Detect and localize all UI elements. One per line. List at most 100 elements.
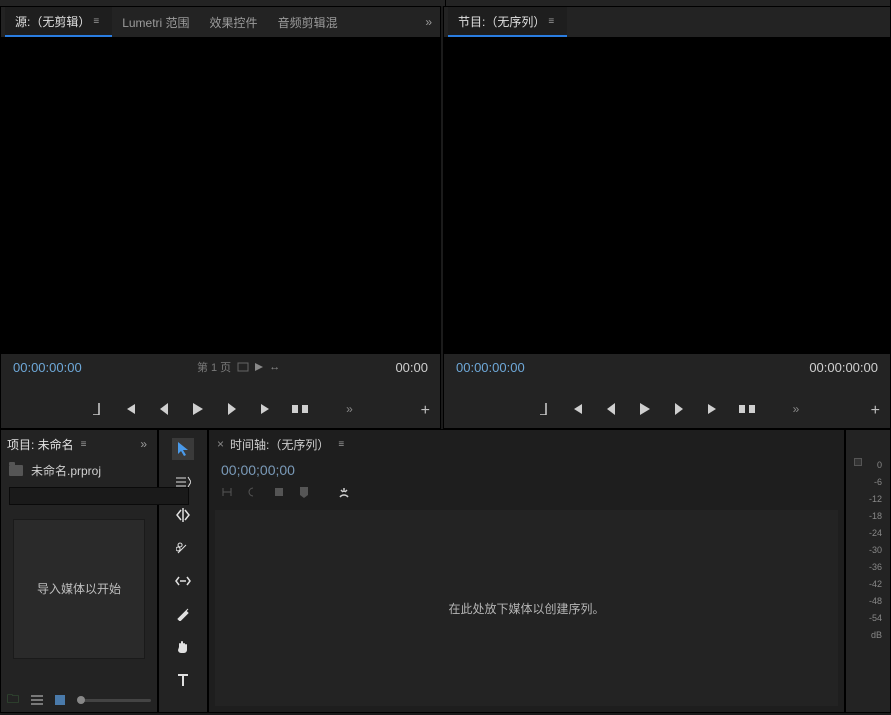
meter-value: 0 — [877, 460, 882, 470]
fit-icon[interactable] — [237, 362, 249, 372]
import-dropzone[interactable]: 导入媒体以开始 — [13, 519, 145, 659]
go-to-in-icon[interactable] — [122, 401, 138, 417]
overflow-transport-icon[interactable]: » — [793, 402, 800, 416]
tab-label: 项目: 未命名 — [7, 436, 74, 453]
slip-tool-icon[interactable] — [172, 570, 194, 592]
project-footer: 🗀 — [1, 688, 157, 712]
step-back-icon[interactable] — [156, 401, 172, 417]
lock-icon[interactable]: 🗀 — [7, 690, 19, 711]
source-timecode-left[interactable]: 00:00:00:00 — [13, 360, 82, 375]
type-tool-icon[interactable] — [172, 669, 194, 691]
step-forward-icon[interactable] — [224, 401, 240, 417]
import-prompt: 导入媒体以开始 — [37, 580, 121, 598]
razor-tool-icon[interactable] — [172, 537, 194, 559]
source-timecode-right[interactable]: 00:00 — [395, 360, 428, 375]
project-panel: 项目: 未命名 ≡ » 未命名.prproj ⌕ 导入媒体以开始 🗀 — [0, 429, 158, 713]
marker-icon[interactable] — [273, 486, 285, 500]
program-time-bar: 00:00:00:00 00:00:00:00 — [444, 354, 890, 380]
tab-menu-icon[interactable]: ≡ — [545, 16, 557, 27]
meter-value: -6 — [874, 477, 882, 487]
program-timecode-right[interactable]: 00:00:00:00 — [809, 360, 878, 375]
tab-lumetri[interactable]: Lumetri 范围 — [112, 7, 199, 37]
meter-track-icon — [854, 458, 862, 466]
meter-value: -54 — [869, 613, 882, 623]
program-transport: » + — [444, 390, 890, 428]
go-to-in-icon[interactable] — [569, 401, 585, 417]
search-input[interactable] — [9, 487, 189, 505]
step-forward-icon[interactable] — [671, 401, 687, 417]
mark-in-icon[interactable] — [88, 401, 104, 417]
play-icon[interactable] — [190, 401, 206, 417]
meter-scale: 0 -6 -12 -18 -24 -30 -36 -42 -48 -54 dB — [850, 460, 886, 640]
tab-menu-icon[interactable]: ≡ — [78, 439, 90, 450]
tab-program[interactable]: 节目:（无序列）≡ — [448, 7, 567, 37]
meter-value: -36 — [869, 562, 882, 572]
go-to-out-icon[interactable] — [705, 401, 721, 417]
timeline-timecode[interactable]: 00;00;00;00 — [221, 462, 832, 478]
add-button-icon[interactable]: + — [421, 402, 430, 420]
snap-icon[interactable] — [221, 486, 233, 500]
ripple-edit-tool-icon[interactable] — [172, 504, 194, 526]
range-icon[interactable]: ↔ — [269, 361, 280, 373]
source-monitor-panel: 源:（无剪辑）≡ Lumetri 范围 效果控件 音频剪辑混 » 00:00:0… — [0, 6, 441, 429]
tab-overflow-icon[interactable]: » — [136, 437, 151, 451]
timeline-panel: × 时间轴:（无序列） ≡ 00;00;00;00 在此处放下媒体以创建序列。 — [208, 429, 845, 713]
project-search-row: ⌕ — [1, 483, 157, 509]
tools-panel — [158, 429, 208, 713]
tab-overflow-icon[interactable]: » — [421, 15, 436, 29]
tab-audio-clip[interactable]: 音频剪辑混 — [268, 7, 348, 37]
play-small-icon[interactable] — [255, 363, 263, 371]
list-view-icon[interactable] — [31, 695, 43, 705]
program-viewer[interactable] — [444, 37, 890, 354]
step-back-icon[interactable] — [603, 401, 619, 417]
program-tab-bar: 节目:（无序列）≡ — [444, 7, 890, 37]
hand-tool-icon[interactable] — [172, 636, 194, 658]
tab-label: Lumetri 范围 — [122, 14, 189, 31]
timeline-drop-prompt: 在此处放下媒体以创建序列。 — [448, 600, 604, 617]
play-icon[interactable] — [637, 401, 653, 417]
project-file-row: 未命名.prproj — [1, 458, 157, 483]
tab-label: 音频剪辑混 — [278, 14, 338, 31]
program-scrub-bar[interactable] — [444, 380, 890, 390]
pen-tool-icon[interactable] — [172, 603, 194, 625]
meter-value: -12 — [869, 494, 882, 504]
timeline-tab-bar: × 时间轴:（无序列） ≡ — [209, 430, 844, 458]
tab-menu-icon[interactable]: ≡ — [90, 16, 102, 27]
meter-value: -42 — [869, 579, 882, 589]
close-tab-icon[interactable]: × — [217, 437, 224, 451]
meter-value: -18 — [869, 511, 882, 521]
program-timecode-left[interactable]: 00:00:00:00 — [456, 360, 525, 375]
mark-in-icon[interactable] — [535, 401, 551, 417]
tab-effects[interactable]: 效果控件 — [200, 7, 268, 37]
selection-tool-icon[interactable] — [172, 438, 194, 460]
tab-label: 源:（无剪辑） — [15, 13, 90, 30]
meter-value: -48 — [869, 596, 882, 606]
insert-icon[interactable] — [292, 401, 308, 417]
add-button-icon[interactable]: + — [871, 402, 880, 420]
project-filename: 未命名.prproj — [31, 462, 101, 479]
meter-value: -24 — [869, 528, 882, 538]
zoom-slider[interactable] — [77, 699, 151, 702]
tag-icon[interactable] — [299, 486, 309, 500]
audio-meter-panel: 0 -6 -12 -18 -24 -30 -36 -42 -48 -54 dB — [845, 429, 891, 713]
tab-source[interactable]: 源:（无剪辑）≡ — [5, 7, 112, 37]
source-transport: » + — [1, 390, 440, 428]
program-monitor-panel: 节目:（无序列）≡ 00:00:00:00 00:00:00:00 » + — [443, 6, 891, 429]
tab-project[interactable]: 项目: 未命名 ≡ — [7, 436, 90, 453]
project-tab-bar: 项目: 未命名 ≡ » — [1, 430, 157, 458]
icon-view-icon[interactable] — [55, 695, 65, 705]
tab-menu-icon[interactable]: ≡ — [335, 439, 347, 450]
timeline-controls — [209, 482, 844, 508]
go-to-out-icon[interactable] — [258, 401, 274, 417]
source-viewer[interactable] — [1, 37, 440, 354]
lift-icon[interactable] — [739, 401, 755, 417]
tab-label: 节目:（无序列） — [458, 13, 545, 30]
overflow-transport-icon[interactable]: » — [346, 402, 353, 416]
settings-icon[interactable] — [337, 486, 351, 500]
folder-icon — [9, 465, 23, 476]
source-page-info: 第 1 页 ↔ — [197, 359, 280, 375]
source-scrub-bar[interactable] — [1, 380, 440, 390]
timeline-dropzone[interactable]: 在此处放下媒体以创建序列。 — [215, 510, 838, 706]
meter-unit: dB — [871, 630, 882, 640]
linked-selection-icon[interactable] — [247, 486, 259, 500]
